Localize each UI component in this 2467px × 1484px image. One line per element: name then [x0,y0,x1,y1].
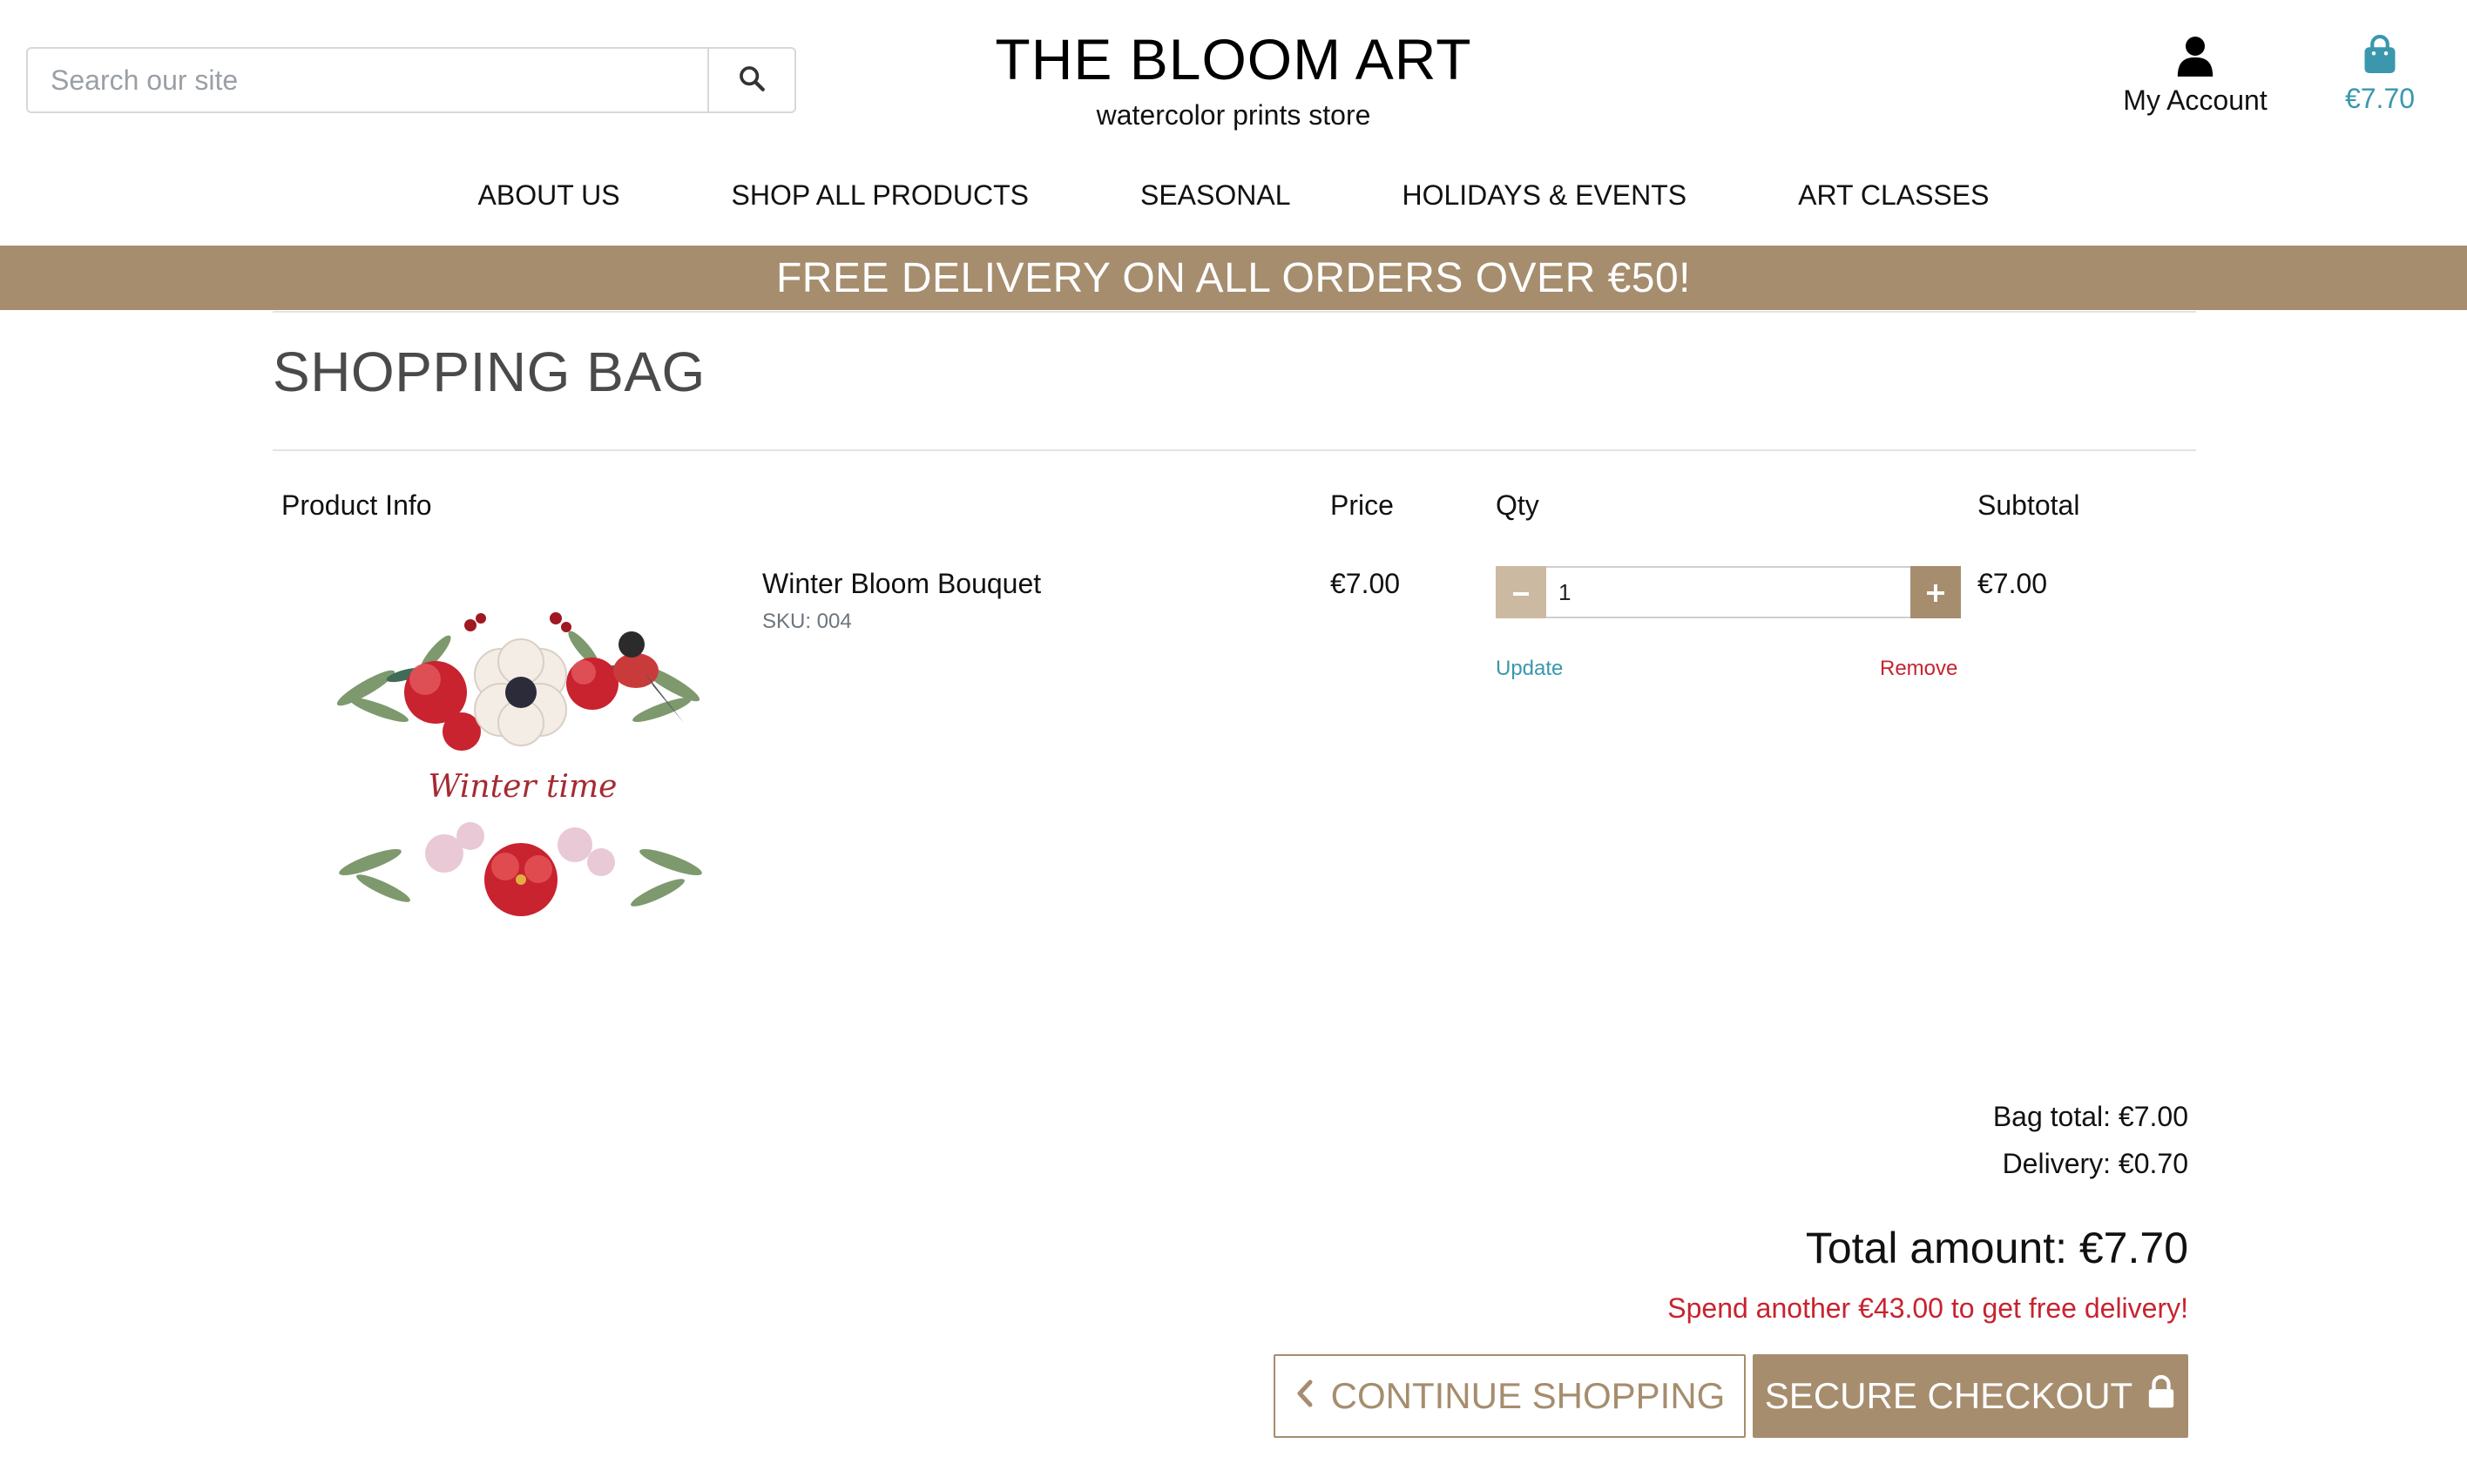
decrement-button[interactable] [1496,566,1546,618]
product-name: Winter Bloom Bouquet [762,568,1042,599]
page-title: SHOPPING BAG [273,341,706,403]
bag-total-amount: €7.70 [2344,83,2416,114]
brand-title[interactable]: THE BLOOM ART [0,24,2467,94]
header-price: Price [1330,489,1394,521]
account-label: My Account [2123,84,2268,116]
chevron-left-icon [1294,1375,1315,1417]
banner-text: FREE DELIVERY ON ALL ORDERS OVER €50! [775,254,1691,301]
plus-icon [1925,573,1946,612]
update-link[interactable]: Update [1496,657,1563,681]
delivery-cost: Delivery: €0.70 [2002,1148,2188,1179]
nav-item-art-classes[interactable]: ART CLASSES [1798,179,1989,212]
shopping-bag-link[interactable]: €7.70 [2335,34,2425,115]
nav-item-shop-all-products[interactable]: SHOP ALL PRODUCTS [732,179,1029,212]
secure-checkout-label: SECURE CHECKOUT [1764,1375,2133,1416]
title-divider [273,449,2196,451]
header-product-info: Product Info [281,489,432,521]
bag-total: Bag total: €7.00 [1992,1101,2188,1132]
product-price: €7.00 [1330,568,1401,599]
continue-shopping-label: CONTINUE SHOPPING [1330,1375,1726,1416]
minus-icon [1511,573,1531,612]
lock-icon [2146,1374,2176,1418]
user-icon [2108,35,2282,81]
remove-link[interactable]: Remove [1880,657,1957,681]
product-image: Winter time [331,592,714,958]
header-subtotal: Subtotal [1977,489,2080,521]
top-divider [273,311,2196,313]
shopping-bag-icon [2335,34,2425,79]
my-account-link[interactable]: My Account [2108,35,2282,117]
free-delivery-banner: FREE DELIVERY ON ALL ORDERS OVER €50! [0,246,2467,310]
brand-subtitle: watercolor prints store [1096,99,1371,131]
nav-item-seasonal[interactable]: SEASONAL [1140,179,1291,212]
product-sku: SKU: 004 [762,610,852,633]
product-subtotal: €7.00 [1977,568,2048,599]
nav-item-about-us[interactable]: ABOUT US [478,179,620,212]
continue-shopping-button[interactable]: CONTINUE SHOPPING [1274,1354,1746,1438]
free-delivery-message: Spend another €43.00 to get free deliver… [1667,1292,2188,1324]
quantity-input[interactable] [1546,566,1910,618]
secure-checkout-button[interactable]: SECURE CHECKOUT [1753,1354,2188,1438]
increment-button[interactable] [1910,566,1961,618]
brand[interactable]: THE BLOOM ART watercolor prints store [0,24,2467,134]
nav-item-holidays-events[interactable]: HOLIDAYS & EVENTS [1402,179,1686,212]
main-nav: ABOUT US SHOP ALL PRODUCTS SEASONAL HOLI… [0,179,2467,212]
quantity-stepper [1496,566,1961,618]
grand-total: Total amount: €7.70 [1805,1224,2188,1272]
header-qty: Qty [1496,489,1539,521]
image-caption: Winter time [429,769,618,805]
